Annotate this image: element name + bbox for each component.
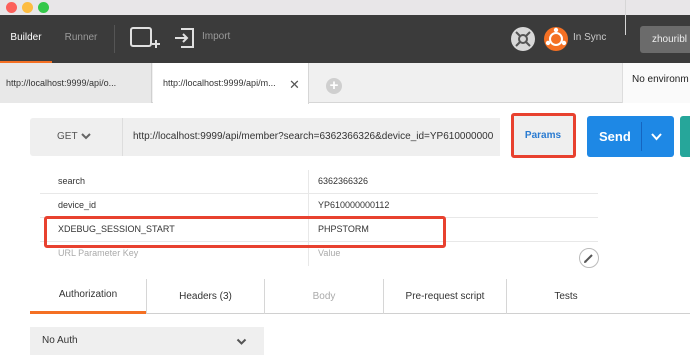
auth-type-select[interactable]: No Auth <box>30 327 264 355</box>
sync-icon[interactable] <box>543 26 569 52</box>
param-value-input[interactable]: Value <box>318 248 340 258</box>
param-key[interactable]: search <box>58 176 85 186</box>
param-row: device_id YP610000000112 <box>40 194 598 218</box>
tab-builder[interactable]: Builder <box>0 15 52 63</box>
param-value[interactable]: YP610000000112 <box>318 200 389 210</box>
interceptor-icon[interactable] <box>510 26 536 52</box>
send-label: Send <box>599 129 631 144</box>
maximize-window-button[interactable] <box>38 2 49 13</box>
sync-status: In Sync <box>573 32 607 43</box>
param-key[interactable]: device_id <box>58 200 96 210</box>
new-window-button[interactable] <box>128 24 162 52</box>
close-tab-icon[interactable]: ✕ <box>289 78 300 92</box>
import-icon <box>175 28 194 48</box>
column-divider <box>308 170 309 194</box>
tab-pre-request-script[interactable]: Pre-request script <box>383 279 506 314</box>
toolbar-divider <box>114 25 115 53</box>
environment-select[interactable]: No environm <box>632 63 689 97</box>
param-key-input[interactable]: URL Parameter Key <box>58 248 138 258</box>
chevron-down-icon <box>236 338 247 345</box>
tab-headers[interactable]: Headers (3) <box>146 279 264 314</box>
window-titlebar <box>0 0 690 15</box>
import-label: Import <box>202 31 231 42</box>
param-row: search 6362366326 <box>40 170 598 194</box>
request-tab-active[interactable]: http://localhost:9999/api/m... <box>153 63 309 104</box>
request-tab[interactable]: http://localhost:9999/api/o... <box>0 63 152 103</box>
send-button[interactable]: Send <box>587 116 674 157</box>
minimize-window-button[interactable] <box>22 2 33 13</box>
save-button[interactable] <box>680 116 690 157</box>
param-value[interactable]: 6362366326 <box>318 176 368 186</box>
tab-tests[interactable]: Tests <box>506 279 625 314</box>
tab-runner[interactable]: Runner <box>56 15 106 63</box>
tab-authorization[interactable]: Authorization <box>30 279 146 314</box>
tabs-filler <box>625 0 690 35</box>
method-select[interactable]: GET <box>30 118 122 156</box>
url-input[interactable]: http://localhost:9999/api/member?search=… <box>122 118 500 156</box>
params-highlight-box <box>511 113 576 158</box>
chevron-down-icon[interactable] <box>650 130 663 143</box>
tab-body[interactable]: Body <box>264 279 383 314</box>
bulk-edit-button[interactable] <box>579 248 599 268</box>
new-window-icon <box>130 27 160 48</box>
column-divider <box>308 194 309 218</box>
send-divider <box>641 122 642 151</box>
import-button[interactable]: Import <box>172 24 242 52</box>
pencil-icon <box>584 254 593 263</box>
plus-icon[interactable]: + <box>326 78 342 94</box>
close-window-button[interactable] <box>6 2 17 13</box>
xdebug-row-highlight-box <box>44 216 446 248</box>
chevron-down-icon <box>81 133 91 140</box>
